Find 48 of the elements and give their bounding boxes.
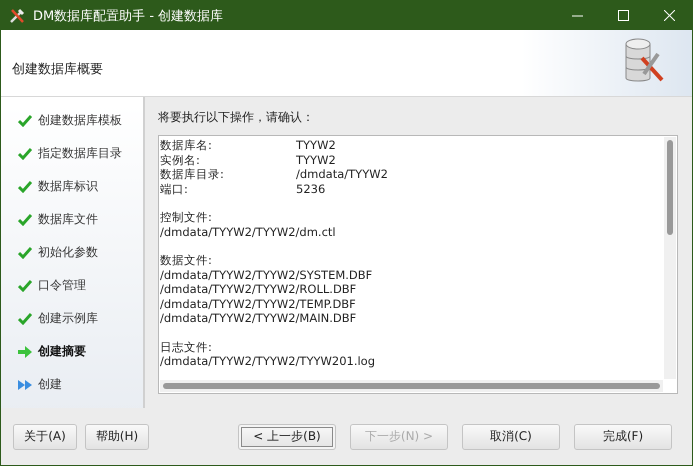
section-heading: 控制文件: [160, 210, 213, 224]
tools-icon [9, 8, 25, 24]
step-item: 指定数据库目录 [38, 145, 122, 162]
vertical-scrollbar[interactable] [664, 137, 676, 379]
field-label: 端口: [160, 182, 189, 196]
field-label: 实例名: [160, 152, 201, 167]
check-icon [18, 312, 32, 324]
file-path: /dmdata/TYYW2/TYYW2/SYSTEM.DBF [160, 268, 374, 282]
step-item: 创建数据库模板 [38, 112, 122, 129]
field-value: 5236 [296, 182, 326, 196]
confirm-prompt: 将要执行以下操作，请确认： [158, 109, 315, 126]
page-title: 创建数据库概要 [12, 61, 103, 78]
check-icon [18, 280, 32, 292]
window-title: DM数据库配置助手 - 创建数据库 [33, 8, 224, 24]
step-item: 创建 [38, 376, 62, 393]
step-item: 创建摘要 [38, 343, 86, 360]
step-item: 数据库文件 [38, 211, 98, 228]
field-value: /dmdata/TYYW2 [296, 167, 388, 182]
check-icon [18, 114, 32, 126]
file-path: /dmdata/TYYW2/TYYW2/TYYW201.log [160, 354, 376, 368]
section-heading: 日志文件: [160, 340, 213, 354]
step-item: 初始化参数 [38, 244, 98, 261]
file-path: /dmdata/TYYW2/TYYW2/dm.ctl [160, 224, 337, 239]
field-label: 数据库目录: [160, 167, 225, 182]
maximize-icon [618, 10, 628, 21]
dialog-button[interactable]: 完成(F) [574, 424, 672, 450]
check-icon [18, 214, 32, 226]
section-heading: 数据文件: [160, 253, 213, 268]
step-item: 口令管理 [38, 277, 86, 294]
file-path: /dmdata/TYYW2/TYYW2/ROLL.DBF [160, 282, 358, 296]
file-path: /dmdata/TYYW2/TYYW2/TEMP.DBF [160, 296, 357, 311]
field-value: TYYW2 [296, 152, 336, 167]
dialog-button[interactable]: 帮助(H) [85, 424, 149, 450]
field-value: TYYW2 [296, 138, 336, 152]
step-item: 创建示例库 [38, 310, 98, 327]
check-icon [18, 246, 32, 258]
check-icon [18, 180, 32, 192]
arrow-right-icon [18, 346, 32, 358]
step-item: 数据库标识 [38, 178, 98, 195]
fast-forward-icon [18, 378, 32, 390]
dialog-button[interactable]: < 上一步(B) [238, 424, 336, 450]
field-label: 数据库名: [160, 138, 213, 152]
close-icon [664, 10, 674, 21]
dialog-button[interactable]: 取消(C) [462, 424, 560, 450]
file-path: /dmdata/TYYW2/TYYW2/MAIN.DBF [160, 311, 358, 326]
horizontal-scrollbar[interactable] [160, 380, 663, 392]
check-icon [18, 148, 32, 160]
dialog-button[interactable]: 关于(A) [13, 424, 77, 450]
